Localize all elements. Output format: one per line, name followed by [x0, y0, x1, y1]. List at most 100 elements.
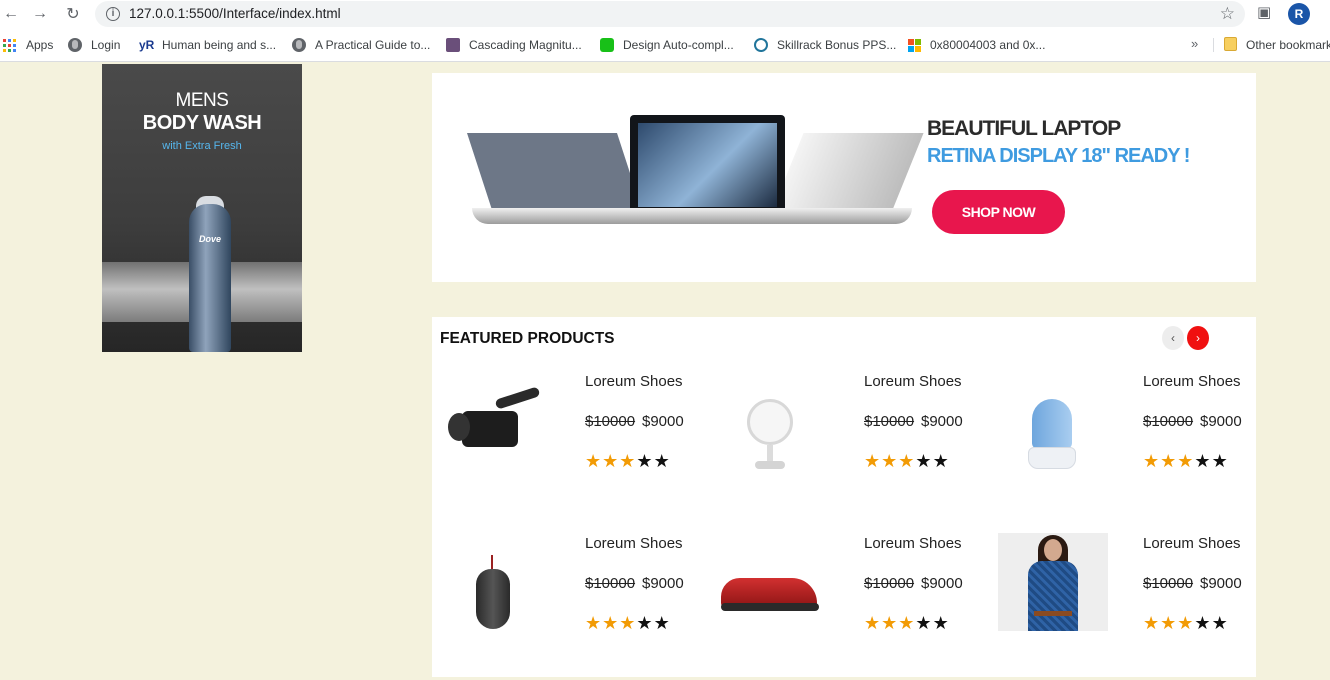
product-price: $9000: [1200, 413, 1242, 430]
star-icon: ★: [653, 451, 671, 471]
shop-now-button[interactable]: SHOP NOW: [932, 190, 1065, 234]
other-bookmarks-label: Other bookmarks: [1246, 38, 1330, 52]
product-name[interactable]: Loreum Shoes: [585, 373, 683, 390]
product-old-price: $10000: [864, 413, 915, 430]
star-icon: ★: [881, 613, 899, 633]
laptop-back-graphic: [467, 133, 643, 213]
star-icon: ★: [602, 613, 620, 633]
product-old-price: $10000: [864, 575, 915, 592]
extensions-icon[interactable]: ▣: [1257, 3, 1271, 21]
product-old-price: $10000: [1143, 575, 1194, 592]
product-card[interactable]: Loreum Shoes $10000 $9000 ★★★★★: [998, 371, 1278, 481]
star-icon: ★: [864, 451, 882, 471]
star-icon: ★: [898, 451, 916, 471]
product-old-price: $10000: [585, 575, 636, 592]
star-icon: ★: [653, 613, 671, 633]
video-camera-image[interactable]: [440, 371, 550, 479]
green-icon: [600, 38, 614, 52]
body-wash-ad[interactable]: MENS BODY WASH with Extra Fresh Dove: [102, 64, 302, 352]
globe-icon: [68, 38, 82, 52]
product-name[interactable]: Loreum Shoes: [1143, 373, 1241, 390]
address-bar[interactable]: i 127.0.0.1:5500/Interface/index.html ☆: [95, 1, 1245, 27]
star-icon: ★: [619, 613, 637, 633]
bookmark-label: A Practical Guide to...: [315, 38, 431, 52]
reload-icon[interactable]: ↻: [62, 3, 84, 25]
laptop-banner[interactable]: BEAUTIFUL LAPTOP RETINA DISPLAY 18" READ…: [432, 73, 1256, 282]
laptop-base-graphic: [472, 208, 912, 224]
gaming-mouse-image[interactable]: [440, 533, 550, 641]
bookmark-label: Design Auto-compl...: [623, 38, 734, 52]
info-icon[interactable]: i: [106, 7, 120, 21]
bookmark-login[interactable]: Login: [68, 37, 120, 53]
desk-fan-image[interactable]: [719, 371, 829, 479]
sneaker-image[interactable]: [719, 533, 829, 641]
bookmarks-overflow-icon[interactable]: »: [1191, 36, 1198, 51]
product-name[interactable]: Loreum Shoes: [1143, 535, 1241, 552]
banner-headline: BEAUTIFUL LAPTOP: [927, 117, 1121, 140]
star-icon: ★: [898, 613, 916, 633]
star-icon: ★: [636, 613, 654, 633]
bottle-brand: Dove: [198, 234, 221, 244]
product-price: $9000: [1200, 575, 1242, 592]
folder-icon[interactable]: [1224, 37, 1237, 51]
bookmark-skillrack[interactable]: Skillrack Bonus PPS...: [754, 37, 896, 53]
product-rating: ★★★★★: [585, 451, 671, 472]
section-title: FEATURED PRODUCTS: [440, 330, 615, 347]
product-card[interactable]: Loreum Shoes $10000 $9000 ★★★★★: [719, 533, 999, 643]
product-rating: ★★★★★: [1143, 451, 1229, 472]
bookmark-0x80004003[interactable]: 0x80004003 and 0x...: [908, 37, 1045, 53]
star-icon: ★: [915, 613, 933, 633]
bookmark-practical-guide[interactable]: A Practical Guide to...: [292, 37, 430, 53]
laptop-silver-graphic: [770, 133, 924, 215]
banner-subheadline: RETINA DISPLAY 18" READY !: [927, 145, 1190, 167]
star-icon: ★: [881, 451, 899, 471]
product-name[interactable]: Loreum Shoes: [864, 535, 962, 552]
dress-image[interactable]: [998, 533, 1108, 641]
star-icon: ★: [1177, 451, 1195, 471]
product-price: $9000: [642, 413, 684, 430]
carousel-next-button[interactable]: ›: [1187, 326, 1209, 350]
url-text[interactable]: 127.0.0.1:5500/Interface/index.html: [129, 6, 341, 21]
bookmark-apps[interactable]: Apps: [3, 37, 53, 53]
star-icon: ★: [1194, 451, 1212, 471]
star-icon: ★: [585, 451, 603, 471]
profile-avatar[interactable]: R: [1288, 3, 1310, 25]
doc-icon: [446, 38, 460, 52]
star-icon: ★: [915, 451, 933, 471]
bookmark-label: Human being and s...: [162, 38, 277, 52]
bookmark-label: Cascading Magnitu...: [469, 38, 582, 52]
carousel-prev-button[interactable]: ‹: [1162, 326, 1184, 350]
product-card[interactable]: Loreum Shoes $10000 $9000 ★★★★★: [998, 533, 1278, 643]
star-icon: ★: [619, 451, 637, 471]
apps-grid-icon: [3, 38, 16, 52]
product-name[interactable]: Loreum Shoes: [585, 535, 683, 552]
back-icon[interactable]: ←: [0, 3, 22, 25]
product-price: $9000: [921, 413, 963, 430]
product-name[interactable]: Loreum Shoes: [864, 373, 962, 390]
bookmark-label: Skillrack Bonus PPS...: [777, 38, 897, 52]
forward-icon[interactable]: →: [29, 3, 51, 25]
product-card[interactable]: Loreum Shoes $10000 $9000 ★★★★★: [440, 533, 720, 643]
other-bookmarks[interactable]: Other bookmarks: [1246, 37, 1330, 53]
globe-icon: [292, 38, 306, 52]
star-icon: ★: [1160, 613, 1178, 633]
star-icon: ★: [1211, 451, 1229, 471]
humidifier-image[interactable]: [998, 371, 1108, 479]
product-card[interactable]: Loreum Shoes $10000 $9000 ★★★★★: [719, 371, 999, 481]
bookmark-design-autocomplete[interactable]: Design Auto-compl...: [600, 37, 734, 53]
bookmarks-divider: [1213, 38, 1214, 52]
bookmark-label: Login: [91, 38, 121, 52]
star-icon: ★: [864, 613, 882, 633]
bookmark-star-icon[interactable]: ☆: [1220, 4, 1235, 24]
product-card[interactable]: Loreum Shoes $10000 $9000 ★★★★★: [440, 371, 720, 481]
star-icon: ★: [602, 451, 620, 471]
featured-products-section: FEATURED PRODUCTS ‹ › Loreum Shoes $1000…: [432, 317, 1256, 677]
star-icon: ★: [1160, 451, 1178, 471]
yr-icon: yR: [139, 38, 155, 52]
wordpress-icon: [754, 38, 768, 52]
product-rating: ★★★★★: [585, 613, 671, 634]
bookmark-human-being[interactable]: yR Human being and s...: [139, 37, 276, 53]
product-rating: ★★★★★: [1143, 613, 1229, 634]
star-icon: ★: [1143, 613, 1161, 633]
bookmark-cascading[interactable]: Cascading Magnitu...: [446, 37, 582, 53]
